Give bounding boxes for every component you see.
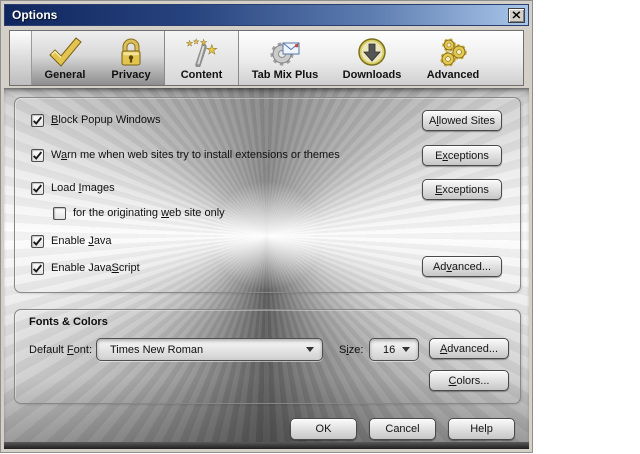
tab-label: Advanced: [426, 69, 480, 81]
default-font-label: Default Font:: [29, 344, 93, 356]
originating-site-row: for the originating web site only: [53, 205, 225, 221]
magic-wand-icon: ★ ★ ★ ★: [185, 36, 219, 68]
titlebar: Options: [4, 4, 529, 26]
toolbar-left-strip: [10, 31, 32, 85]
allowed-sites-button[interactable]: Allowed Sites: [422, 110, 502, 131]
bottom-shadow-band: [4, 442, 529, 449]
warn-install-row: Warn me when web sites try to install ex…: [31, 147, 340, 163]
default-font-value: Times New Roman: [110, 343, 204, 356]
block-popup-row: Block Popup Windows: [31, 112, 160, 128]
ok-button[interactable]: OK: [290, 418, 357, 440]
enable-javascript-row: Enable JavaScript: [31, 260, 140, 276]
warn-install-label: Warn me when web sites try to install ex…: [51, 149, 340, 161]
svg-text:★: ★: [206, 43, 218, 58]
close-icon: [512, 11, 521, 19]
cancel-button[interactable]: Cancel: [369, 418, 436, 440]
tab-privacy[interactable]: Privacy: [98, 31, 164, 85]
tab-label: Content: [180, 69, 223, 81]
enable-javascript-checkbox[interactable]: [31, 261, 44, 275]
svg-text:★: ★: [193, 38, 199, 46]
enable-javascript-label: Enable JavaScript: [51, 262, 140, 274]
fonts-advanced-button[interactable]: Advanced...: [429, 338, 509, 359]
content-panel: Block Popup Windows Warn me when web sit…: [4, 88, 529, 449]
enable-java-checkbox[interactable]: [31, 234, 44, 248]
originating-site-label: for the originating web site only: [73, 207, 225, 219]
images-exceptions-button[interactable]: Exceptions: [422, 179, 502, 200]
chevron-down-icon: [402, 347, 410, 352]
tab-general[interactable]: General: [32, 31, 98, 85]
size-value: 16: [383, 343, 396, 356]
help-button[interactable]: Help: [448, 418, 515, 440]
download-arrow-icon: [357, 36, 387, 68]
block-popup-label: Block Popup Windows: [51, 114, 161, 126]
gear-envelope-icon: [268, 36, 302, 68]
size-select[interactable]: 16: [369, 338, 419, 361]
block-popup-checkbox[interactable]: [31, 113, 44, 127]
tab-label: General: [44, 69, 86, 81]
padlock-icon: [116, 36, 146, 68]
checkmark-icon: [48, 36, 82, 68]
tab-label: Privacy: [111, 69, 151, 81]
warn-install-checkbox[interactable]: [31, 148, 44, 162]
options-dialog: Options General Privacy ★ ★ ★ ★ Content …: [0, 0, 533, 453]
tab-label: Tab Mix Plus: [251, 69, 319, 81]
tab-content[interactable]: ★ ★ ★ ★ Content: [165, 31, 239, 85]
load-images-label: Load Images: [51, 182, 115, 194]
content-options-groupbox: Block Popup Windows Warn me when web sit…: [14, 97, 521, 293]
fonts-colors-title: Fonts & Colors: [29, 316, 108, 328]
gears-icon: [437, 36, 469, 68]
chevron-down-icon: [306, 347, 314, 352]
originating-site-checkbox[interactable]: [53, 206, 66, 220]
toolbar-group-left: General Privacy: [32, 31, 165, 85]
tab-downloads[interactable]: Downloads: [331, 31, 413, 85]
javascript-advanced-button[interactable]: Advanced...: [422, 256, 502, 277]
load-images-checkbox[interactable]: [31, 181, 44, 195]
category-toolbar: General Privacy ★ ★ ★ ★ Content Tab Mix …: [9, 30, 524, 86]
enable-java-label: Enable Java: [51, 235, 112, 247]
tab-tab-mix-plus[interactable]: Tab Mix Plus: [239, 31, 331, 85]
close-button[interactable]: [508, 7, 525, 23]
tab-label: Downloads: [342, 69, 402, 81]
load-images-row: Load Images: [31, 180, 115, 196]
default-font-select[interactable]: Times New Roman: [96, 338, 323, 361]
colors-button[interactable]: Colors...: [429, 370, 509, 391]
tab-advanced[interactable]: Advanced: [413, 31, 493, 85]
fonts-colors-groupbox: Fonts & Colors Default Font: Times New R…: [14, 309, 521, 404]
window-title: Options: [12, 8, 58, 22]
toolbar-group-right: Tab Mix Plus Downloads Advanced: [239, 31, 523, 85]
size-label: Size:: [339, 344, 364, 356]
install-exceptions-button[interactable]: Exceptions: [422, 145, 502, 166]
enable-java-row: Enable Java: [31, 233, 112, 249]
